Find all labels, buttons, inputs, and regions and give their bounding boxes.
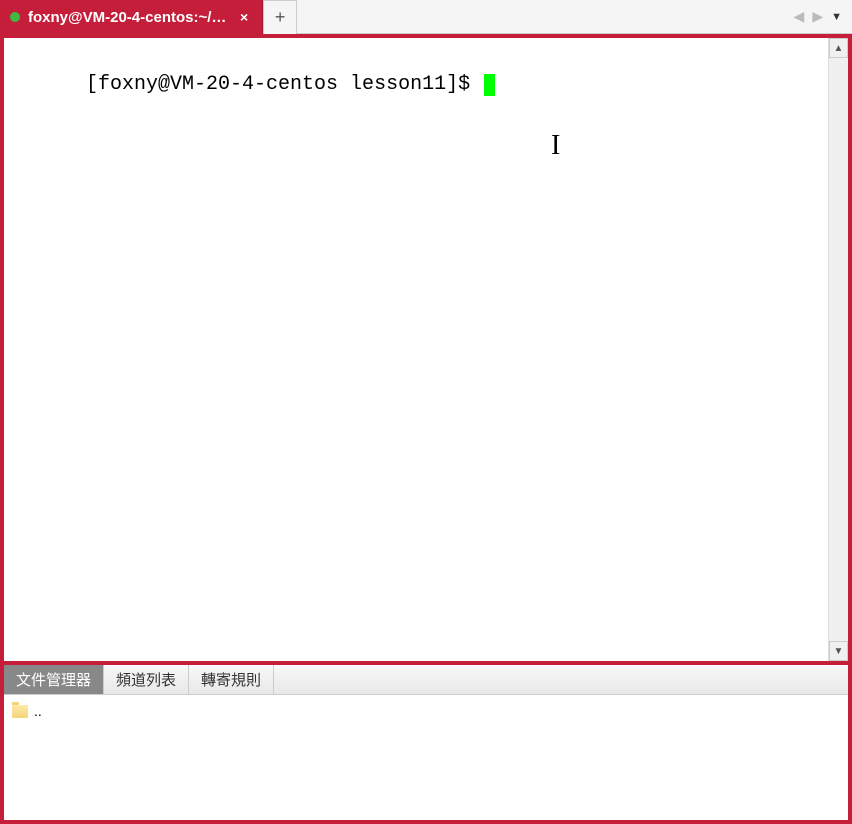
terminal-pane: [foxny@VM-20-4-centos lesson11]$ I ▲ ▼ xyxy=(4,38,848,661)
tab-file-manager[interactable]: 文件管理器 xyxy=(4,665,104,694)
file-name: .. xyxy=(34,703,42,719)
text-cursor-icon: I xyxy=(551,128,560,164)
titlebar-controls: ◀ ▶ ▼ xyxy=(784,0,852,34)
nav-prev-icon[interactable]: ◀ xyxy=(794,8,805,25)
terminal-cursor-icon xyxy=(484,74,495,96)
nav-next-icon[interactable]: ▶ xyxy=(812,8,823,25)
tab-label: 轉寄規則 xyxy=(201,669,261,690)
file-list: .. xyxy=(4,695,848,820)
scroll-up-button[interactable]: ▲ xyxy=(829,38,848,58)
titlebar-spacer xyxy=(297,0,783,34)
bottom-tabs: 文件管理器 頻道列表 轉寄規則 xyxy=(4,665,848,695)
plus-icon: + xyxy=(275,7,286,28)
chevron-down-icon: ▼ xyxy=(834,646,844,657)
bottom-panel: 文件管理器 頻道列表 轉寄規則 .. xyxy=(4,665,848,820)
window-frame: [foxny@VM-20-4-centos lesson11]$ I ▲ ▼ 文… xyxy=(0,34,852,824)
connection-status-icon xyxy=(10,12,20,22)
scroll-down-button[interactable]: ▼ xyxy=(829,641,848,661)
tab-forward-rules[interactable]: 轉寄規則 xyxy=(189,665,274,694)
folder-icon xyxy=(12,705,28,718)
tab-label: 頻道列表 xyxy=(116,669,176,690)
chevron-up-icon: ▲ xyxy=(834,43,844,54)
new-tab-button[interactable]: + xyxy=(263,0,297,34)
vertical-scrollbar[interactable]: ▲ ▼ xyxy=(828,38,848,661)
tab-channel-list[interactable]: 頻道列表 xyxy=(104,665,189,694)
list-item[interactable]: .. xyxy=(12,701,840,721)
tabs-area: foxny@VM-20-4-centos:~/l... × + ◀ ▶ ▼ xyxy=(0,0,852,34)
close-icon[interactable]: × xyxy=(236,8,252,26)
scrollbar-track[interactable] xyxy=(829,58,848,641)
terminal[interactable]: [foxny@VM-20-4-centos lesson11]$ I xyxy=(4,38,828,661)
menu-dropdown-icon[interactable]: ▼ xyxy=(831,11,842,23)
tab-label: 文件管理器 xyxy=(16,669,91,690)
terminal-prompt: [foxny@VM-20-4-centos lesson11]$ xyxy=(86,73,482,96)
tab-title: foxny@VM-20-4-centos:~/l... xyxy=(28,9,228,26)
titlebar: foxny@VM-20-4-centos:~/l... × + ◀ ▶ ▼ xyxy=(0,0,852,34)
tab-active[interactable]: foxny@VM-20-4-centos:~/l... × xyxy=(0,0,263,34)
